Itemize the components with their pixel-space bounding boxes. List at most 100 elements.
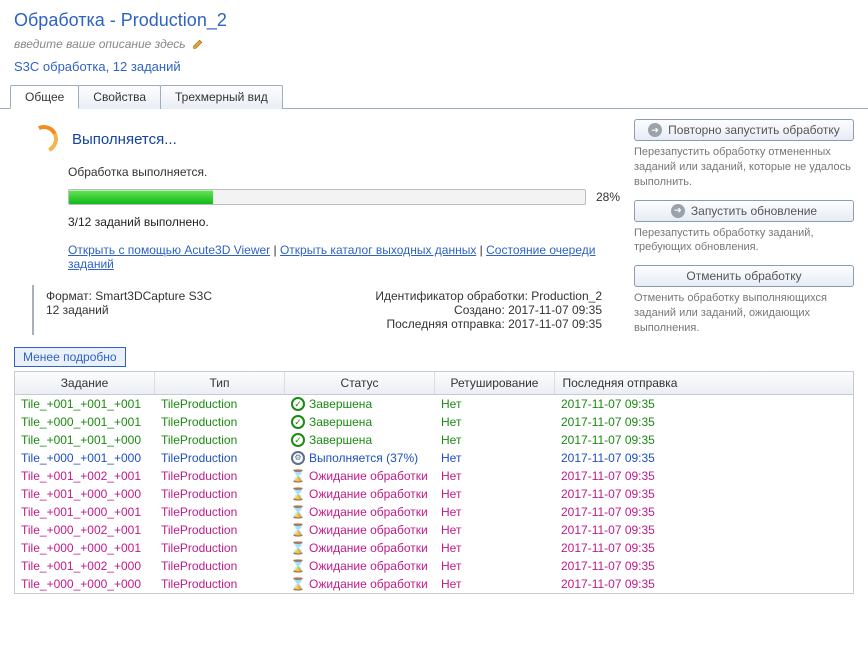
table-row[interactable]: Tile_+001_+001_+000TileProduction✓Заверш… <box>15 431 853 449</box>
table-row[interactable]: Tile_+001_+002_+001TileProduction⌛Ожидан… <box>15 467 853 485</box>
status-waiting-icon: ⌛ <box>291 523 305 537</box>
spinner-icon <box>26 121 62 157</box>
cell-retouch: Нет <box>435 450 555 466</box>
cell-task: Tile_+000_+001_+000 <box>15 450 155 466</box>
table-row[interactable]: Tile_+000_+001_+000TileProduction⚙Выполн… <box>15 449 853 467</box>
cell-task: Tile_+001_+000_+001 <box>15 504 155 520</box>
run-status-title: Выполняется... <box>72 131 177 148</box>
cell-task: Tile_+000_+000_+001 <box>15 540 155 556</box>
table-row[interactable]: Tile_+001_+000_+001TileProduction⌛Ожидан… <box>15 503 853 521</box>
links-row: Открыть с помощью Acute3D Viewer | Откры… <box>68 243 620 271</box>
meta-created: Создано: 2017-11-07 09:35 <box>375 303 602 317</box>
cell-retouch: Нет <box>435 522 555 538</box>
cell-last: 2017-11-07 09:35 <box>555 450 685 466</box>
status-running-icon: ⚙ <box>291 451 305 465</box>
edit-icon[interactable] <box>192 38 204 50</box>
table-row[interactable]: Tile_+001_+001_+001TileProduction✓Заверш… <box>15 395 853 413</box>
cell-status: ✓Завершена <box>285 414 435 430</box>
cell-status: ✓Завершена <box>285 396 435 412</box>
cell-type: TileProduction <box>155 558 285 574</box>
cell-task: Tile_+000_+002_+001 <box>15 522 155 538</box>
status-waiting-icon: ⌛ <box>291 487 305 501</box>
resubmit-button-label: Повторно запустить обработку <box>668 123 840 137</box>
tab-3d-view[interactable]: Трехмерный вид <box>160 85 283 109</box>
cell-retouch: Нет <box>435 576 555 592</box>
cell-type: TileProduction <box>155 522 285 538</box>
meta-box: Формат: Smart3DCapture S3C 12 заданий Ид… <box>32 285 610 335</box>
cancel-button-label: Отменить обработку <box>686 269 801 283</box>
table-row[interactable]: Tile_+000_+002_+001TileProduction⌛Ожидан… <box>15 521 853 539</box>
cell-task: Tile_+001_+002_+000 <box>15 558 155 574</box>
summary-line: S3C обработка, 12 заданий <box>14 59 854 74</box>
cell-last: 2017-11-07 09:35 <box>555 576 685 592</box>
cell-retouch: Нет <box>435 468 555 484</box>
resubmit-button[interactable]: ➔ Повторно запустить обработку <box>634 119 854 141</box>
tab-bar: Общее Свойства Трехмерный вид <box>0 84 868 108</box>
status-waiting-icon: ⌛ <box>291 559 305 573</box>
cell-last: 2017-11-07 09:35 <box>555 522 685 538</box>
cell-status: ⌛Ожидание обработки <box>285 576 435 592</box>
meta-id: Идентификатор обработки: Production_2 <box>375 289 602 303</box>
cell-retouch: Нет <box>435 414 555 430</box>
cell-last: 2017-11-07 09:35 <box>555 540 685 556</box>
cancel-button[interactable]: Отменить обработку <box>634 265 854 287</box>
col-status[interactable]: Статус <box>285 372 435 394</box>
cell-status: ⌛Ожидание обработки <box>285 540 435 556</box>
cell-last: 2017-11-07 09:35 <box>555 432 685 448</box>
cell-retouch: Нет <box>435 396 555 412</box>
cell-status: ⌛Ожидание обработки <box>285 558 435 574</box>
table-row[interactable]: Tile_+001_+002_+000TileProduction⌛Ожидан… <box>15 557 853 575</box>
update-button[interactable]: ➔ Запустить обновление <box>634 200 854 222</box>
update-desc: Перезапустить обработку заданий, требующ… <box>634 226 854 256</box>
meta-task-count: 12 заданий <box>46 303 212 317</box>
cell-last: 2017-11-07 09:35 <box>555 504 685 520</box>
col-retouch[interactable]: Ретуширование <box>435 372 555 394</box>
cell-type: TileProduction <box>155 576 285 592</box>
update-button-label: Запустить обновление <box>691 204 817 218</box>
cell-retouch: Нет <box>435 486 555 502</box>
cell-retouch: Нет <box>435 558 555 574</box>
less-details-button[interactable]: Менее подробно <box>14 347 126 367</box>
cell-task: Tile_+000_+001_+001 <box>15 414 155 430</box>
table-row[interactable]: Tile_+001_+000_+000TileProduction⌛Ожидан… <box>15 485 853 503</box>
cell-type: TileProduction <box>155 540 285 556</box>
cell-status: ✓Завершена <box>285 432 435 448</box>
status-waiting-icon: ⌛ <box>291 469 305 483</box>
meta-last-submit: Последняя отправка: 2017-11-07 09:35 <box>375 317 602 331</box>
link-open-viewer[interactable]: Открыть с помощью Acute3D Viewer <box>68 243 270 257</box>
cell-task: Tile_+001_+002_+001 <box>15 468 155 484</box>
cancel-desc: Отменить обработку выполняющихся заданий… <box>634 291 854 336</box>
description-placeholder[interactable]: введите ваше описание здесь <box>14 37 186 51</box>
cell-type: TileProduction <box>155 486 285 502</box>
tab-properties[interactable]: Свойства <box>78 85 161 109</box>
cell-retouch: Нет <box>435 540 555 556</box>
cell-status: ⌛Ожидание обработки <box>285 522 435 538</box>
tasks-done-label: 3/12 заданий выполнено. <box>68 215 620 229</box>
table-row[interactable]: Tile_+000_+000_+000TileProduction⌛Ожидан… <box>15 575 853 593</box>
cell-type: TileProduction <box>155 504 285 520</box>
table-row[interactable]: Tile_+000_+001_+001TileProduction✓Заверш… <box>15 413 853 431</box>
cell-status: ⌛Ожидание обработки <box>285 468 435 484</box>
tab-general[interactable]: Общее <box>10 85 79 109</box>
cell-status: ⚙Выполняется (37%) <box>285 450 435 466</box>
status-done-icon: ✓ <box>291 415 305 429</box>
resubmit-desc: Перезапустить обработку отмененных задан… <box>634 145 854 190</box>
cell-last: 2017-11-07 09:35 <box>555 414 685 430</box>
cell-type: TileProduction <box>155 450 285 466</box>
table-row[interactable]: Tile_+000_+000_+001TileProduction⌛Ожидан… <box>15 539 853 557</box>
col-type[interactable]: Тип <box>155 372 285 394</box>
arrow-right-icon: ➔ <box>671 204 685 218</box>
cell-task: Tile_+001_+000_+000 <box>15 486 155 502</box>
cell-last: 2017-11-07 09:35 <box>555 468 685 484</box>
arrow-right-icon: ➔ <box>648 123 662 137</box>
cell-last: 2017-11-07 09:35 <box>555 558 685 574</box>
cell-task: Tile_+001_+001_+000 <box>15 432 155 448</box>
cell-retouch: Нет <box>435 432 555 448</box>
link-open-output[interactable]: Открыть каталог выходных данных <box>280 243 476 257</box>
cell-type: TileProduction <box>155 414 285 430</box>
col-task[interactable]: Задание <box>15 372 155 394</box>
page-title: Обработка - Production_2 <box>14 10 854 31</box>
jobs-table-header: Задание Тип Статус Ретуширование Последн… <box>15 372 853 395</box>
progress-percent: 28% <box>596 190 620 204</box>
col-last[interactable]: Последняя отправка <box>555 372 685 394</box>
